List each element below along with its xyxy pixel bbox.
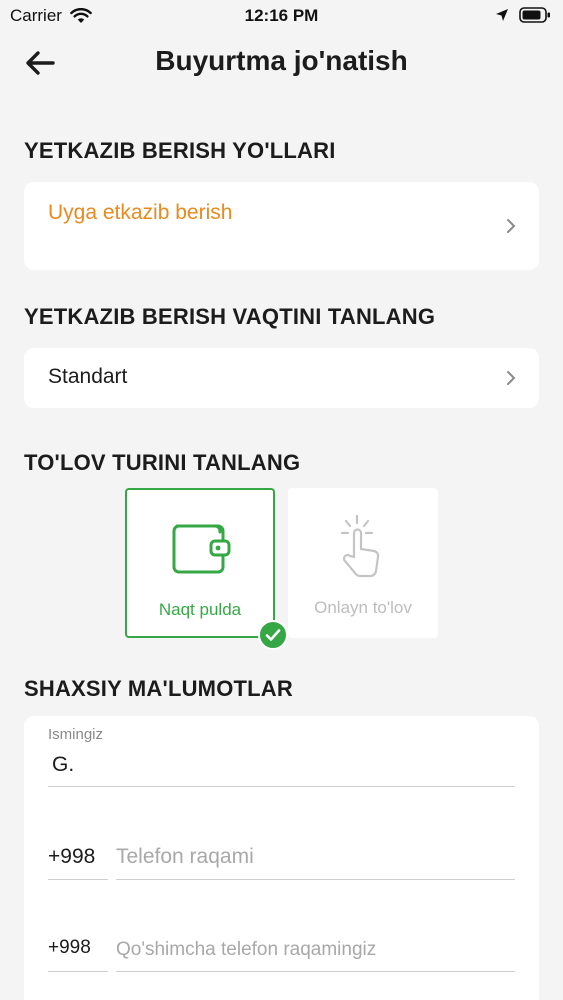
payment-option-online[interactable]: Onlayn to'lov	[288, 488, 438, 638]
phone2-underline	[116, 971, 515, 972]
status-bar: Carrier 12:16 PM	[0, 0, 563, 34]
location-arrow-icon	[496, 9, 508, 21]
phone2-prefix: +998	[48, 937, 91, 958]
delivery-method-select[interactable]: Uyga etkazib berish	[24, 182, 539, 270]
delivery-method-title: YETKAZIB BERISH YO'LLARI	[24, 138, 336, 163]
phone-underline	[116, 879, 515, 880]
status-time: 12:16 PM	[244, 6, 319, 25]
payment-type-title: TO'LOV TURINI TANLANG	[24, 450, 301, 475]
checkmark-icon	[265, 629, 281, 641]
personal-info-title: SHAXSIY MA'LUMOTLAR	[24, 676, 293, 701]
delivery-time-title: YETKAZIB BERISH VAQTINI TANLANG	[24, 304, 436, 329]
delivery-time-select[interactable]: Standart	[24, 348, 539, 408]
status-icons	[495, 7, 551, 23]
chevron-right-icon	[507, 219, 516, 233]
phone-prefix: +998	[48, 845, 96, 868]
page-title: Buyurtma jo'natish	[155, 45, 408, 76]
wallet-icon	[172, 524, 231, 574]
payment-option-label: Naqt pulda	[158, 600, 242, 619]
delivery-method-value: Uyga etkazib berish	[48, 201, 233, 224]
delivery-time-value: Standart	[48, 365, 128, 388]
payment-option-label: Onlayn to'lov	[314, 598, 412, 617]
phone-prefix-underline	[48, 879, 108, 880]
phone-input[interactable]	[116, 840, 514, 874]
name-underline	[48, 786, 515, 787]
additional-phone-input[interactable]	[116, 934, 514, 966]
tap-icon	[340, 514, 380, 578]
battery-icon	[519, 7, 550, 23]
chevron-right-icon	[507, 371, 516, 385]
payment-option-cash[interactable]: Naqt pulda	[125, 488, 288, 650]
name-field-label: Ismingiz	[48, 726, 104, 743]
name-input[interactable]	[52, 748, 512, 782]
header: Buyurtma jo'natish	[0, 40, 563, 86]
selected-check-badge	[258, 620, 288, 650]
phone2-prefix-underline	[48, 971, 108, 972]
